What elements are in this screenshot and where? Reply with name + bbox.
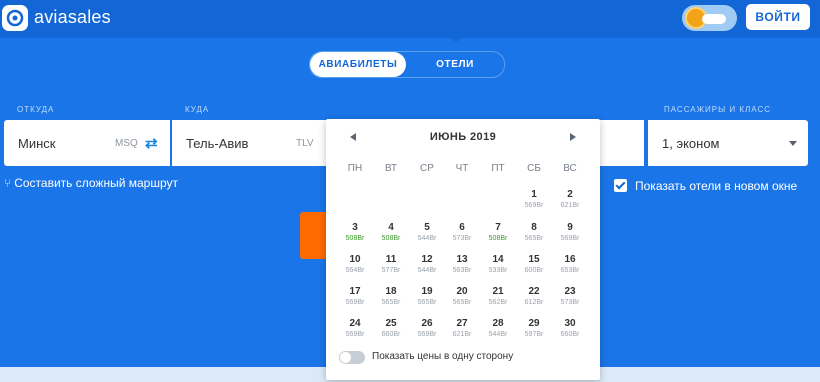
brand-name[interactable]: aviasales (34, 7, 111, 28)
calendar-day[interactable]: 21 562Br (480, 286, 516, 307)
calendar-day[interactable]: 1 569Br (516, 189, 552, 210)
calendar-day[interactable]: 17 569Br (337, 286, 373, 307)
calendar-day[interactable]: 29 597Br (516, 318, 552, 339)
calendar-day[interactable]: 6 573Br (444, 222, 480, 243)
weekday-fri: ПТ (491, 163, 505, 174)
calendar-day[interactable]: 16 653Br (552, 254, 588, 275)
weekday-tue: ВТ (384, 163, 398, 174)
calendar-day[interactable]: 19 565Br (409, 286, 445, 307)
calendar-day[interactable]: 11 577Br (373, 254, 409, 275)
calendar-day[interactable]: 2 621Br (552, 189, 588, 210)
search-type-tabs: АВИАБИЛЕТЫ ОТЕЛИ (309, 51, 505, 78)
route-branch-icon: ⑂ (4, 176, 12, 190)
login-button[interactable]: ВОЙТИ (746, 4, 810, 30)
calendar-day[interactable]: 10 564Br (337, 254, 373, 275)
calendar-day[interactable]: 25 660Br (373, 318, 409, 339)
calendar-day[interactable]: 26 569Br (409, 318, 445, 339)
weekday-thu: ЧТ (455, 163, 469, 174)
swap-arrows-icon[interactable]: ⇄ (145, 134, 158, 152)
calendar-day[interactable]: 13 563Br (444, 254, 480, 275)
weekday-sun: ВС (563, 163, 577, 174)
complex-route-text: Составить сложный маршрут (14, 176, 178, 190)
weekday-mon: ПН (347, 163, 363, 174)
weekday-wed: СР (420, 163, 434, 174)
calendar-day[interactable]: 12 544Br (409, 254, 445, 275)
return-date-field[interactable] (600, 120, 644, 166)
to-city: Тель-Авив (186, 136, 249, 151)
calendar-day[interactable]: 8 565Br (516, 222, 552, 243)
to-label: КУДА (185, 105, 210, 114)
calendar-day[interactable]: 22 612Br (516, 286, 552, 307)
calendar-day[interactable]: 4 508Br (373, 222, 409, 243)
passengers-select[interactable]: 1, эконом (648, 120, 808, 166)
from-field[interactable]: Минск MSQ ⇄ (4, 120, 170, 166)
complex-route-link[interactable]: ⑂ Составить сложный маршрут (4, 176, 178, 190)
calendar-day[interactable]: 24 569Br (337, 318, 373, 339)
calendar-day[interactable]: 7 508Br (480, 222, 516, 243)
calendar-day[interactable]: 14 533Br (480, 254, 516, 275)
calendar-day[interactable]: 30 660Br (552, 318, 588, 339)
search-button[interactable] (300, 212, 326, 259)
aviasales-logo-icon[interactable] (2, 5, 28, 31)
from-code: MSQ (115, 138, 138, 149)
from-city: Минск (18, 136, 56, 151)
checkbox-checked-icon[interactable] (614, 179, 627, 192)
chevron-right-icon[interactable] (570, 133, 576, 141)
calendar-day[interactable]: 3 508Br (337, 222, 373, 243)
one-way-prices-toggle[interactable] (339, 351, 365, 364)
calendar-day[interactable]: 5 544Br (409, 222, 445, 243)
from-label: ОТКУДА (17, 105, 55, 114)
passengers-label: ПАССАЖИРЫ И КЛАСС (664, 105, 771, 114)
dropdown-caret-icon (789, 141, 797, 146)
one-way-prices-label: Показать цены в одну сторону (372, 351, 514, 362)
date-picker: ИЮНЬ 2019 ПН ВТ СР ЧТ ПТ СБ ВС 1 569Br 26… (326, 119, 600, 380)
calendar-day[interactable]: 18 565Br (373, 286, 409, 307)
passengers-value: 1, эконом (662, 136, 720, 151)
top-bar: aviasales ВОЙТИ (0, 0, 820, 38)
calendar-day[interactable]: 27 621Br (444, 318, 480, 339)
to-field[interactable]: Тель-Авив TLV (172, 120, 326, 166)
calendar-day[interactable]: 23 573Br (552, 286, 588, 307)
sun-cloud-icon[interactable] (682, 5, 737, 31)
to-code: TLV (296, 138, 314, 149)
tab-flights[interactable]: АВИАБИЛЕТЫ (310, 52, 406, 77)
weekday-sat: СБ (527, 163, 541, 174)
calendar-day[interactable]: 9 569Br (552, 222, 588, 243)
calendar-day[interactable]: 20 565Br (444, 286, 480, 307)
header-notch (452, 38, 460, 42)
show-hotels-label: Показать отели в новом окне (635, 179, 798, 193)
calendar-day[interactable]: 15 600Br (516, 254, 552, 275)
calendar-day[interactable]: 28 544Br (480, 318, 516, 339)
calendar-month: ИЮНЬ 2019 (429, 131, 497, 143)
tab-hotels[interactable]: ОТЕЛИ (406, 52, 504, 77)
